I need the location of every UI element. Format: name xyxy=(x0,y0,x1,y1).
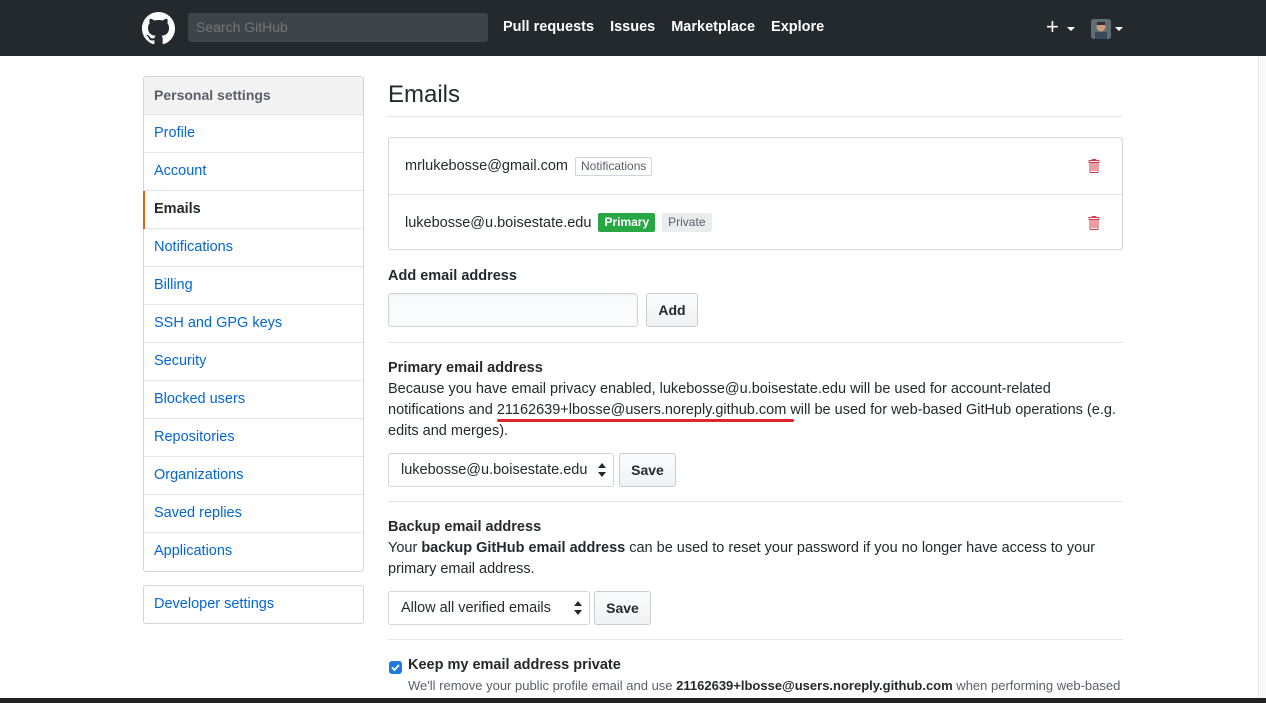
keep-private-label[interactable]: Keep my email address private xyxy=(408,657,621,673)
add-email-input[interactable] xyxy=(388,293,638,327)
description-text: Your xyxy=(388,540,422,556)
divider xyxy=(388,639,1123,640)
keep-private-checkbox[interactable] xyxy=(389,661,402,674)
sidebar-heading: Personal settings xyxy=(144,77,363,115)
sidebar-item-ssh-gpg-keys[interactable]: SSH and GPG keys xyxy=(144,305,363,343)
chevron-down-icon[interactable] xyxy=(1115,27,1123,31)
description-text: notifications and xyxy=(388,402,497,418)
backup-email-select[interactable]: Allow all verified emails xyxy=(388,591,590,625)
add-email-label: Add email address xyxy=(388,268,517,284)
sidebar-item-profile[interactable]: Profile xyxy=(144,115,363,153)
primary-email-select[interactable]: lukebosse@u.boisestate.edu xyxy=(388,453,614,487)
select-arrows-icon xyxy=(574,601,582,615)
private-badge: Private xyxy=(662,213,712,232)
description-text: We'll remove your public profile email a… xyxy=(408,678,677,693)
scrollbar[interactable] xyxy=(1258,56,1266,698)
window-bottom-edge xyxy=(0,698,1266,703)
description-line: edits and merges). xyxy=(388,423,509,439)
user-avatar-icon xyxy=(1091,19,1111,39)
sidebar-item-emails[interactable]: Emails xyxy=(143,191,363,229)
select-value: lukebosse@u.boisestate.edu xyxy=(401,462,588,478)
save-backup-button[interactable]: Save xyxy=(594,591,651,625)
description-line: Your backup GitHub email address can be … xyxy=(388,538,1128,559)
description-bold: 21162639+lbosse@users.noreply.github.com xyxy=(676,678,953,693)
email-address: mrlukebosse@gmail.com xyxy=(405,158,568,174)
chevron-down-icon[interactable] xyxy=(1067,27,1075,31)
top-nav-bar: Pull requests Issues Marketplace Explore… xyxy=(0,0,1266,56)
sidebar-item-saved-replies[interactable]: Saved replies xyxy=(144,495,363,533)
page: Pull requests Issues Marketplace Explore… xyxy=(0,0,1266,703)
description-line: primary email address. xyxy=(388,561,535,577)
description-text: will be used for web-based GitHub operat… xyxy=(786,402,1116,418)
list-item: lukebosse@u.boisestate.edu Primary Priva… xyxy=(389,194,1122,250)
notifications-badge: Notifications xyxy=(575,156,653,176)
settings-sidebar: Personal settings Profile Account Emails… xyxy=(143,76,364,572)
select-value: Allow all verified emails xyxy=(401,600,551,616)
sidebar-item-repositories[interactable]: Repositories xyxy=(144,419,363,457)
primary-email-label: Primary email address xyxy=(388,360,543,376)
primary-email-description: Because you have email privacy enabled, … xyxy=(388,379,1128,442)
search-input[interactable] xyxy=(188,13,488,42)
divider xyxy=(388,342,1123,343)
trash-icon[interactable] xyxy=(1087,215,1100,231)
sidebar-item-developer-settings[interactable]: Developer settings xyxy=(143,585,364,624)
divider xyxy=(388,501,1123,502)
primary-badge: Primary xyxy=(598,213,656,232)
page-title: Emails xyxy=(388,76,1123,117)
sidebar-item-security[interactable]: Security xyxy=(144,343,363,381)
description-text: can be used to reset your password if yo… xyxy=(625,540,1096,556)
sidebar-item-billing[interactable]: Billing xyxy=(144,267,363,305)
email-list: mrlukebosse@gmail.com Notifications luke… xyxy=(388,137,1123,250)
main-content: Emails mrlukebosse@gmail.com Notificatio… xyxy=(388,76,1123,693)
red-annotation-underline xyxy=(497,419,794,422)
header-nav: Pull requests Issues Marketplace Explore xyxy=(503,19,840,35)
nav-marketplace[interactable]: Marketplace xyxy=(671,19,755,35)
sidebar-item-applications[interactable]: Applications xyxy=(144,533,363,571)
backup-email-description: Your backup GitHub email address can be … xyxy=(388,538,1128,580)
email-address: lukebosse@u.boisestate.edu xyxy=(405,214,592,231)
list-item: mrlukebosse@gmail.com Notifications xyxy=(389,138,1122,194)
nav-explore[interactable]: Explore xyxy=(771,19,824,35)
nav-pull-requests[interactable]: Pull requests xyxy=(503,19,594,35)
description-line: notifications and 21162639+lbosse@users.… xyxy=(388,400,1128,421)
sidebar-item-organizations[interactable]: Organizations xyxy=(144,457,363,495)
backup-email-label: Backup email address xyxy=(388,519,542,535)
description-bold: backup GitHub email address xyxy=(421,540,626,556)
create-new-plus-icon[interactable]: + xyxy=(1046,16,1059,38)
github-logo-icon[interactable] xyxy=(142,12,175,45)
sidebar-item-blocked-users[interactable]: Blocked users xyxy=(144,381,363,419)
add-email-button[interactable]: Add xyxy=(646,293,698,327)
trash-icon[interactable] xyxy=(1087,158,1100,174)
save-primary-button[interactable]: Save xyxy=(619,453,676,487)
avatar[interactable] xyxy=(1091,19,1111,39)
sidebar-item-account[interactable]: Account xyxy=(144,153,363,191)
description-line: Because you have email privacy enabled, … xyxy=(388,381,1051,397)
checkmark-icon xyxy=(391,664,400,672)
select-arrows-icon xyxy=(598,463,606,477)
description-text: when performing web-based Git xyxy=(952,678,1123,693)
noreply-email: 21162639+lbosse@users.noreply.github.com xyxy=(496,402,787,418)
nav-issues[interactable]: Issues xyxy=(610,19,655,35)
sidebar-item-notifications[interactable]: Notifications xyxy=(144,229,363,267)
keep-private-description: We'll remove your public profile email a… xyxy=(408,678,1123,693)
